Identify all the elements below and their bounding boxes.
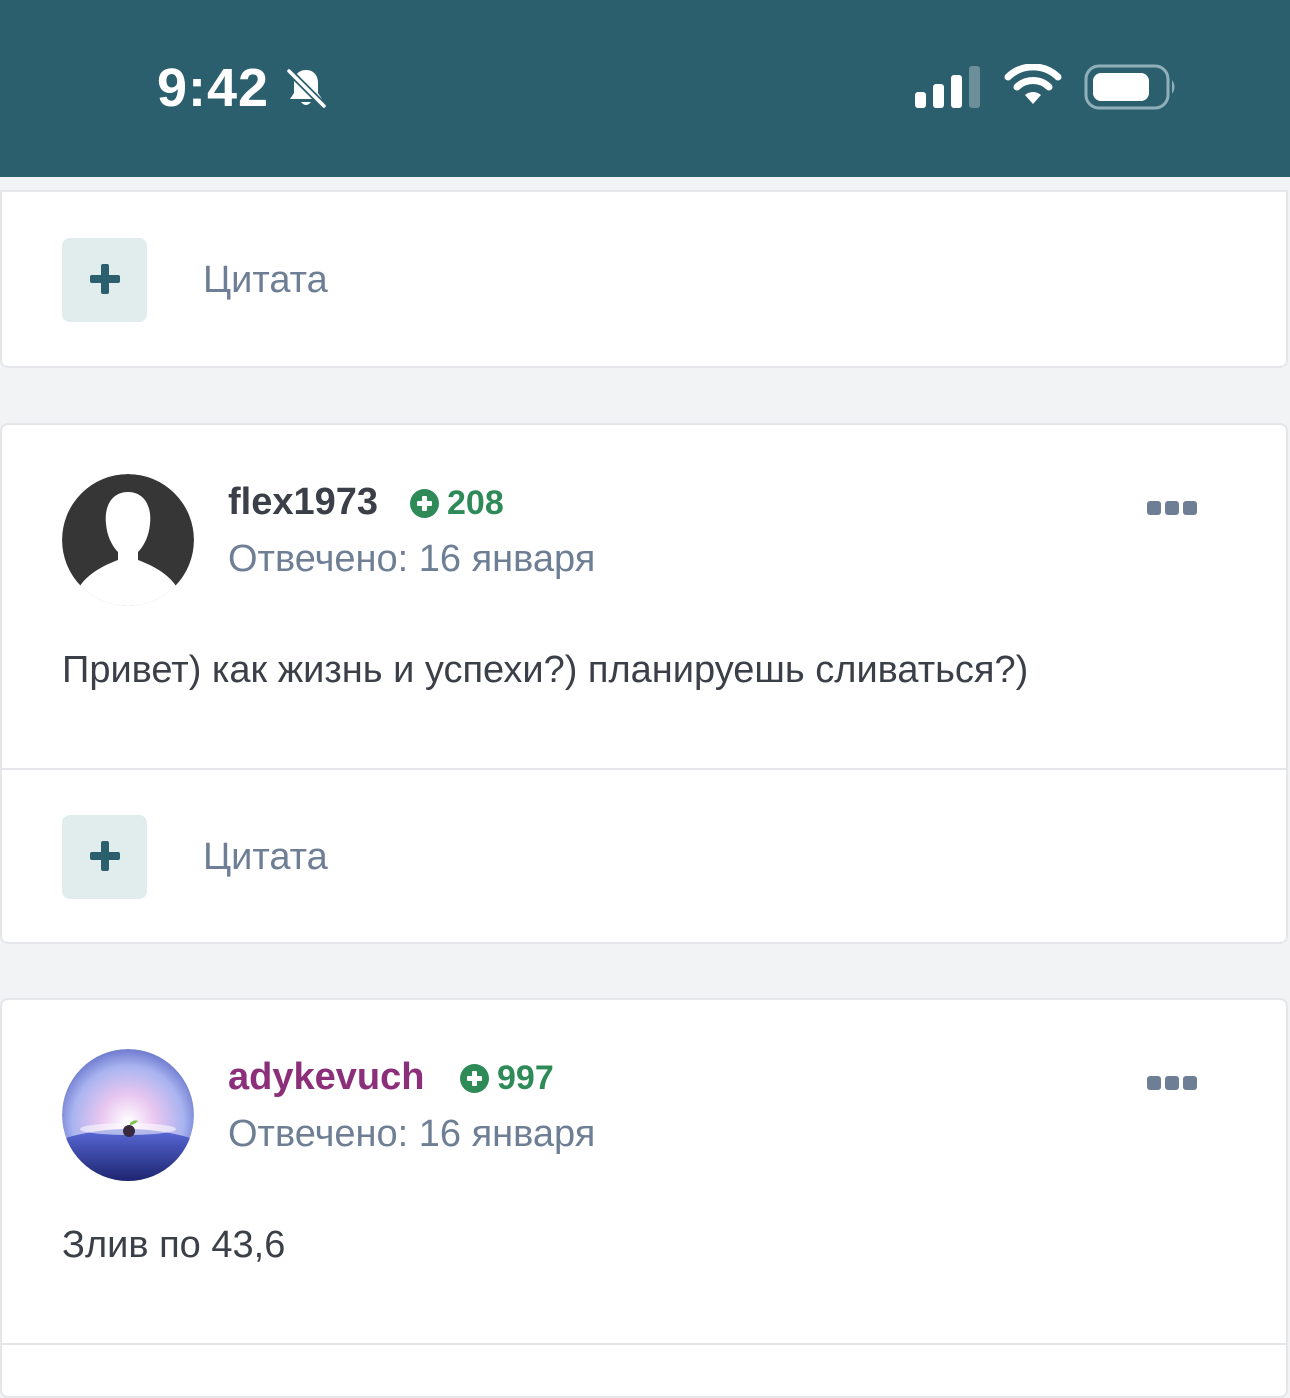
post-text: Привет) как жизнь и успехи?) планируешь …	[62, 649, 1029, 691]
wifi-icon	[1004, 64, 1062, 104]
user-avatar[interactable]	[62, 1049, 194, 1181]
quote-label[interactable]: Цитата	[203, 835, 328, 879]
more-options-icon[interactable]	[1147, 500, 1197, 516]
reputation-value: 997	[497, 1059, 554, 1097]
divider	[2, 1343, 1286, 1345]
more-options-icon[interactable]	[1147, 1075, 1197, 1091]
post-text: Злив по 43,6	[62, 1224, 286, 1266]
quote-add-button[interactable]	[62, 815, 147, 899]
quote-label[interactable]: Цитата	[203, 258, 328, 302]
author-name[interactable]: adykevuch	[228, 1055, 424, 1099]
user-avatar-image-icon	[62, 1049, 194, 1181]
cellular-signal-icon	[915, 66, 980, 108]
reputation-badge: 208	[410, 483, 504, 523]
reputation-badge: 997	[460, 1058, 554, 1098]
quote-row: Цитата	[2, 770, 1286, 944]
reputation-plus-icon	[410, 488, 439, 518]
status-time: 9:42	[157, 58, 270, 118]
bell-slash-icon	[286, 68, 327, 109]
battery-icon	[1084, 64, 1175, 110]
author-name[interactable]: flex1973	[228, 480, 378, 524]
post-card-partial: Цитата	[0, 190, 1288, 368]
quote-row: Цитата	[2, 192, 1286, 366]
reputation-value: 208	[447, 484, 504, 522]
reputation-plus-icon	[460, 1063, 489, 1093]
quote-add-button[interactable]	[62, 238, 147, 322]
user-avatar[interactable]	[62, 474, 194, 606]
post-card: adykevuch 997 Отвечено: 16 января Злив п…	[0, 998, 1288, 1398]
default-user-avatar-icon	[62, 474, 194, 606]
post-date: Отвечено: 16 января	[228, 1113, 596, 1155]
post-date: Отвечено: 16 января	[228, 538, 596, 580]
status-bar: 9:42	[0, 0, 1290, 177]
post-card: flex1973 208 Отвечено: 16 января Привет)…	[0, 423, 1288, 944]
